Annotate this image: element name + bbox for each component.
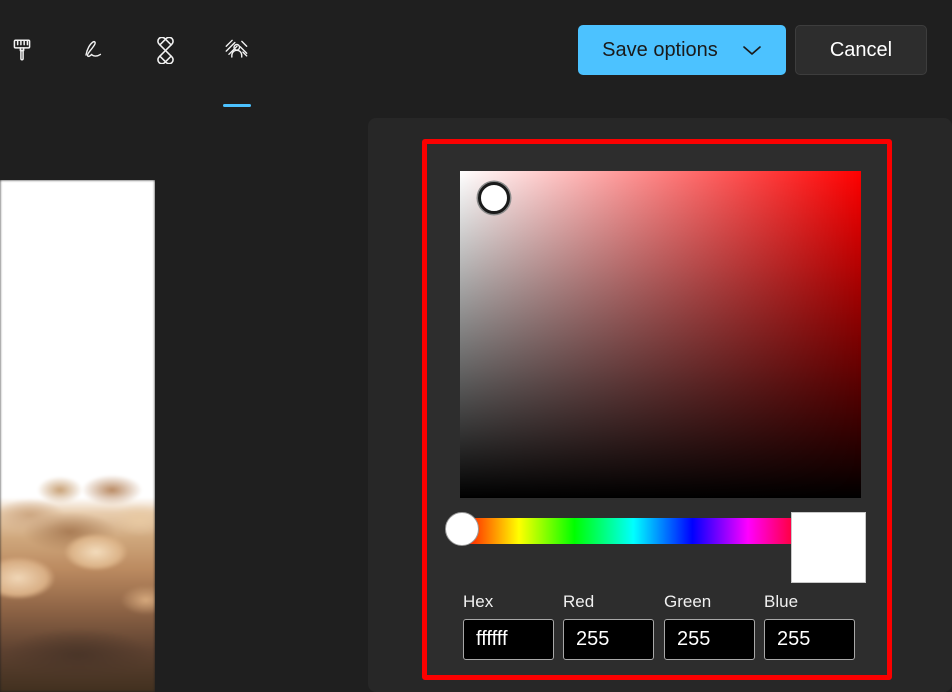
blue-label: Blue bbox=[764, 592, 799, 611]
green-field-group: Green 255 bbox=[664, 592, 755, 660]
green-input[interactable]: 255 bbox=[664, 619, 755, 660]
paint-brush-icon bbox=[9, 37, 35, 63]
hue-slider-thumb[interactable] bbox=[445, 512, 479, 546]
red-label: Red bbox=[563, 592, 595, 611]
hex-input[interactable]: ffffff bbox=[463, 619, 554, 660]
green-label: Green bbox=[664, 592, 712, 611]
chevron-down-icon[interactable] bbox=[742, 44, 762, 56]
saturation-value-gradient[interactable] bbox=[460, 171, 861, 498]
hex-label: Hex bbox=[463, 592, 494, 611]
color-preview-swatch bbox=[791, 512, 866, 583]
tool-pen[interactable] bbox=[73, 28, 117, 72]
tool-heal[interactable] bbox=[143, 28, 187, 72]
red-input[interactable]: 255 bbox=[563, 619, 654, 660]
tool-paint-brush[interactable] bbox=[0, 28, 44, 72]
cancel-label: Cancel bbox=[829, 38, 893, 61]
color-picker: Hex ffffff Red 255 Green 255 Blue 255 bbox=[427, 144, 887, 675]
saturation-value-selector[interactable] bbox=[478, 182, 510, 214]
hex-field-group: Hex ffffff bbox=[463, 592, 554, 660]
blue-input[interactable]: 255 bbox=[764, 619, 855, 660]
save-options-button[interactable]: Save options bbox=[578, 25, 786, 75]
active-tool-indicator bbox=[223, 104, 251, 107]
image-canvas[interactable] bbox=[0, 180, 155, 692]
edited-photo bbox=[0, 180, 155, 692]
red-field-group: Red 255 bbox=[563, 592, 654, 660]
blur-background-person-icon bbox=[223, 36, 251, 64]
bandage-heal-icon bbox=[152, 36, 179, 64]
hue-slider-track[interactable] bbox=[460, 518, 807, 544]
cancel-button[interactable]: Cancel bbox=[795, 25, 927, 75]
save-options-label: Save options bbox=[602, 38, 718, 61]
image-editor-window: Save options Cancel Hex ffffff Red 255 G… bbox=[0, 0, 952, 692]
editor-toolbar: Save options Cancel bbox=[0, 0, 952, 107]
pen-signature-icon bbox=[80, 36, 110, 64]
blue-field-group: Blue 255 bbox=[764, 592, 855, 660]
tool-blur-background[interactable] bbox=[215, 28, 259, 107]
panel-scrollbar-track[interactable] bbox=[914, 118, 928, 692]
